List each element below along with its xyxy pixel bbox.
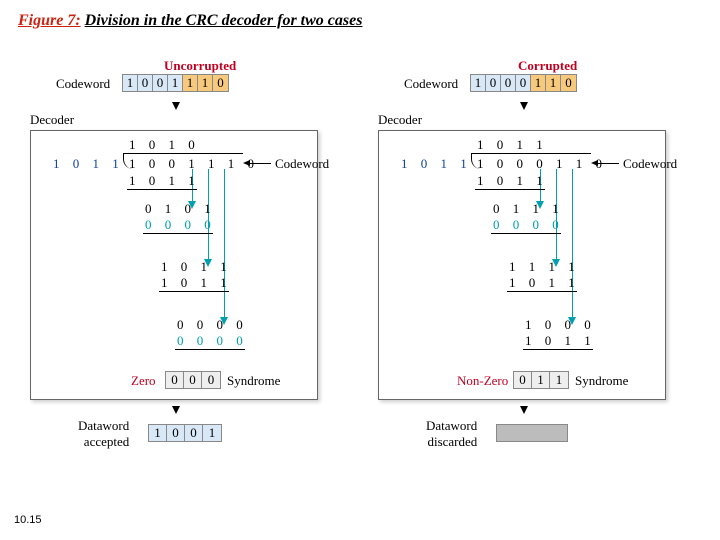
dividend-left: 1 0 0 1 1 1 0 — [129, 156, 259, 172]
arrow-left-icon — [249, 163, 271, 164]
decoder-label-right: Decoder — [378, 112, 422, 128]
step-sub: 0 0 0 0 — [177, 333, 248, 349]
rule — [523, 349, 593, 350]
syndrome-status-left: Zero — [131, 373, 156, 389]
divisor-left: 1 0 1 1 — [53, 156, 124, 172]
step-res: 0 0 0 0 — [177, 317, 248, 333]
rule — [475, 189, 545, 190]
dividend-label-left: Codeword — [275, 156, 329, 172]
syndrome-status-right: Non-Zero — [457, 373, 508, 389]
rule — [143, 233, 213, 234]
arrow-down-icon — [520, 406, 528, 414]
step-sub: 0 0 0 0 — [145, 217, 216, 233]
dividend-right: 1 0 0 0 1 1 0 — [477, 156, 607, 172]
panel-uncorrupted: Uncorrupted Codeword 1 0 0 1 1 1 0 Decod… — [30, 58, 360, 488]
step-sub: 1 0 1 1 — [129, 173, 200, 189]
step-res: 0 1 0 1 — [145, 201, 216, 217]
arrow-down-icon — [520, 102, 528, 110]
dataword-box-right — [496, 424, 568, 446]
dataword-accepted-label: Dataword accepted — [78, 418, 129, 450]
figure-text: Division in the CRC decoder for two case… — [85, 12, 363, 29]
dataword-box-left: 1 0 0 1 — [148, 424, 222, 442]
empty-dataword-icon — [496, 424, 568, 442]
step-sub: 1 0 1 1 — [509, 275, 580, 291]
decoder-box-right: 1 0 1 1 1 0 1 1 1 0 0 0 1 1 0 Codeword 1… — [378, 130, 666, 400]
arrow-down-icon — [172, 102, 180, 110]
codeword-box-left: 1 0 0 1 1 1 0 — [122, 74, 229, 92]
rule — [507, 291, 577, 292]
syndrome-label-left: Syndrome — [227, 373, 280, 389]
page-number: 10.15 — [14, 514, 42, 526]
arrow-left-icon — [597, 163, 619, 164]
dataword-discarded-label: Dataword discarded — [426, 418, 477, 450]
syndrome-label-right: Syndrome — [575, 373, 628, 389]
rule — [159, 291, 229, 292]
step-res: 1 1 1 1 — [509, 259, 580, 275]
drop-line — [224, 169, 225, 319]
dividend-label-right: Codeword — [623, 156, 677, 172]
codeword-label-left: Codeword — [56, 76, 110, 92]
drop-line — [572, 169, 573, 319]
step-sub: 1 0 1 1 — [161, 275, 232, 291]
step-res: 0 1 1 1 — [493, 201, 564, 217]
arrow-down-icon — [172, 406, 180, 414]
syndrome-box-left: 0 0 0 — [165, 371, 221, 389]
quotient-left: 1 0 1 0 — [129, 137, 200, 153]
panel-corrupted: Corrupted Codeword 1 0 0 0 1 1 0 Decoder… — [378, 58, 708, 488]
quotient-right: 1 0 1 1 — [477, 137, 548, 153]
codeword-label-right: Codeword — [404, 76, 458, 92]
step-res: 1 0 1 1 — [161, 259, 232, 275]
divisor-right: 1 0 1 1 — [401, 156, 472, 172]
rule — [175, 349, 245, 350]
decoder-label-left: Decoder — [30, 112, 74, 128]
status-label-right: Corrupted — [518, 58, 577, 74]
status-label-left: Uncorrupted — [164, 58, 236, 74]
syndrome-box-right: 0 1 1 — [513, 371, 569, 389]
rule — [127, 189, 197, 190]
rule — [491, 233, 561, 234]
codeword-box-right: 1 0 0 0 1 1 0 — [470, 74, 577, 92]
figure-title: Figure 7: Division in the CRC decoder fo… — [18, 12, 362, 30]
figure-number: Figure 7: — [18, 12, 81, 29]
step-sub: 1 0 1 1 — [525, 333, 596, 349]
step-sub: 1 0 1 1 — [477, 173, 548, 189]
step-res: 1 0 0 0 — [525, 317, 596, 333]
step-sub: 0 0 0 0 — [493, 217, 564, 233]
decoder-box-left: 1 0 1 0 1 0 1 1 1 0 0 1 1 1 0 Codeword 1… — [30, 130, 318, 400]
